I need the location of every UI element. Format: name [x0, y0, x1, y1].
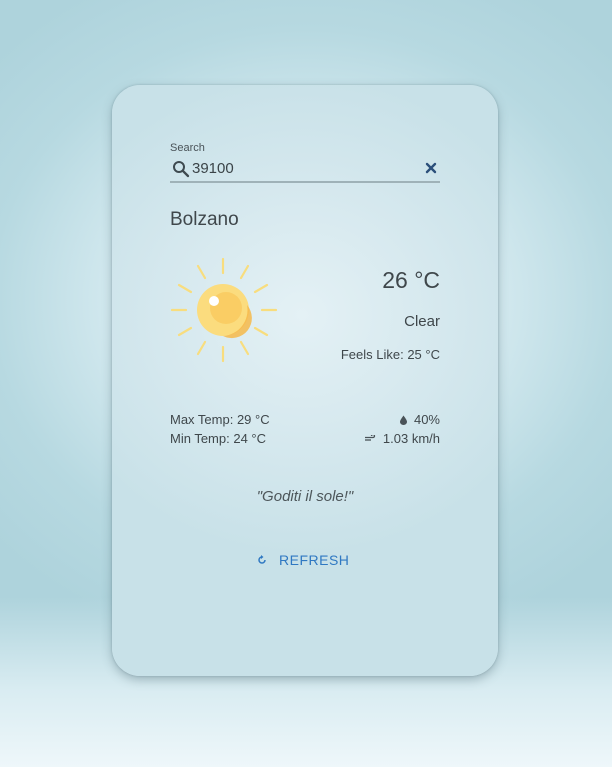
weather-details: 40% 1.03 km/h: [364, 410, 440, 448]
refresh-icon: [258, 555, 266, 564]
temperature-range: Max Temp: 29 °C Min Temp: 24 °C: [170, 410, 270, 448]
temperature: 26 °C: [382, 267, 440, 293]
search-field[interactable]: [170, 157, 440, 183]
wind-value: 1.03 km/h: [382, 431, 440, 446]
sun-icon: [170, 257, 278, 363]
search-label: Search: [170, 142, 205, 154]
close-icon[interactable]: [424, 161, 438, 175]
search-input[interactable]: [192, 158, 412, 178]
humidity-icon: [399, 415, 407, 425]
feels-like: Feels Like: 25 °C: [340, 347, 440, 362]
refresh-button[interactable]: REFRESH: [257, 549, 349, 571]
wind-icon: [364, 434, 376, 441]
max-temp: Max Temp: 29 °C: [170, 412, 270, 427]
min-temp: Min Temp: 24 °C: [170, 431, 266, 446]
weather-quote: "Goditi il sole!": [256, 488, 354, 505]
search-icon: [173, 161, 190, 178]
humidity-row: 40%: [365, 410, 440, 429]
city-name: Bolzano: [170, 209, 239, 230]
weather-condition: Clear: [404, 313, 440, 330]
humidity-value: 40%: [413, 412, 440, 427]
weather-card: Search Bolzano: [112, 85, 498, 676]
wind-row: 1.03 km/h: [364, 429, 440, 448]
refresh-label: REFRESH: [279, 552, 350, 568]
